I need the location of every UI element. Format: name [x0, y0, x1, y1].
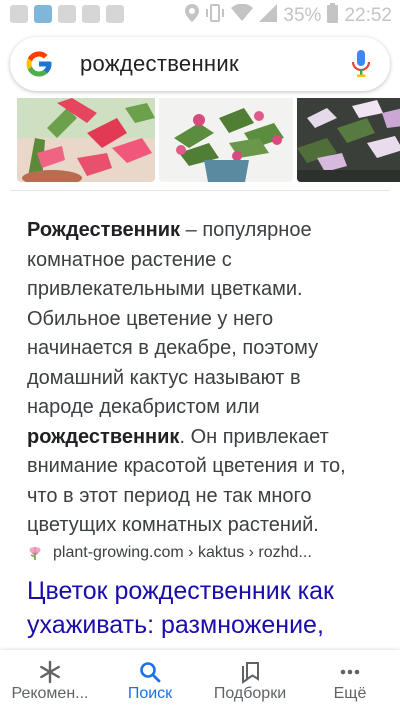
image-thumbnail-3[interactable] — [297, 98, 400, 182]
snippet-text: – популярное комнатное растение с привле… — [27, 219, 319, 418]
google-g-icon — [26, 51, 52, 77]
location-icon — [185, 4, 200, 28]
clock: 22:52 — [344, 5, 392, 26]
snippet-highlight: рождественник — [27, 425, 180, 448]
site-favicon-icon — [29, 547, 41, 560]
collections-icon — [242, 662, 259, 684]
nav-label: Ещё — [333, 685, 367, 702]
nav-item-search[interactable]: Поиск — [100, 650, 200, 712]
more-dots-icon — [340, 669, 360, 675]
battery-percent: 35% — [283, 5, 322, 26]
search-icon — [140, 662, 161, 683]
wifi-icon — [231, 3, 254, 28]
nav-label: Подборки — [213, 685, 287, 702]
status-bar: 35% 22:52 — [0, 0, 400, 30]
nav-item-recommendations[interactable]: Рекомен... — [0, 650, 100, 712]
notification-icons — [10, 5, 124, 23]
nav-item-more[interactable]: Ещё — [300, 650, 400, 712]
bottom-navigation: Рекомен... Поиск Подборки Ещё — [0, 650, 400, 712]
app-notification-icon — [34, 5, 52, 23]
battery-icon — [327, 3, 339, 29]
image-thumbnail-1[interactable] — [17, 98, 155, 182]
asterisk-icon — [40, 660, 60, 684]
search-bar[interactable]: рождественник — [10, 37, 390, 91]
nav-label: Поиск — [127, 685, 173, 702]
microphone-icon[interactable] — [352, 50, 370, 78]
nav-item-collections[interactable]: Подборки — [200, 650, 300, 712]
image-results-strip[interactable] — [17, 98, 400, 182]
search-input[interactable]: рождественник — [80, 51, 239, 77]
image-thumbnail-2[interactable] — [159, 98, 293, 182]
result-title-link[interactable]: Цветок рождественник как ухаживать: разм… — [27, 574, 377, 642]
notification-icon — [82, 5, 100, 23]
vibrate-icon — [205, 4, 225, 28]
signal-icon — [259, 4, 278, 28]
nav-label: Рекомен... — [11, 685, 89, 702]
notification-icon — [58, 5, 76, 23]
divider — [10, 190, 390, 191]
notification-icon — [10, 5, 28, 23]
featured-snippet-text: Рождественник – популярное комнатное рас… — [27, 216, 372, 541]
notification-icon — [106, 5, 124, 23]
snippet-highlight: Рождественник — [27, 219, 181, 241]
result-source[interactable]: plant-growing.com › kaktus › rozhd... — [27, 544, 312, 562]
source-breadcrumb: plant-growing.com › kaktus › rozhd... — [53, 544, 312, 561]
